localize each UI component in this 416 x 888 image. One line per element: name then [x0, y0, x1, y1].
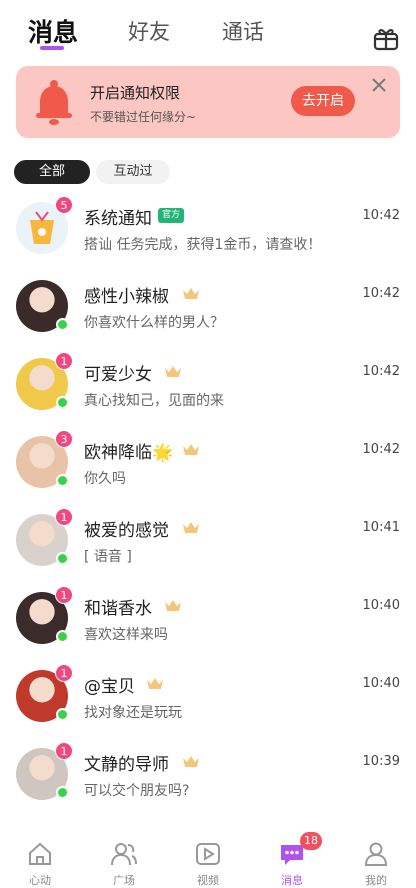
nav-video[interactable]: 视频: [178, 826, 238, 888]
conversation-time: 10:42: [362, 286, 400, 301]
crown-icon: [183, 288, 199, 299]
top-tab-bar: 消息 好友 通话: [0, 10, 416, 60]
official-badge: 官方: [158, 208, 185, 223]
crown-icon: [165, 600, 181, 611]
conversation-last-message: 你久吗: [84, 471, 126, 487]
banner-subtitle: 不要错过任何缘分~: [90, 110, 197, 124]
conversation-time: 10:42: [362, 208, 400, 223]
online-indicator: [56, 552, 69, 565]
unread-badge: 1: [55, 664, 73, 682]
unread-badge: 3: [55, 430, 73, 448]
conversation-item[interactable]: 1 和谐香水喜欢这样来吗 10:40: [0, 586, 416, 668]
notification-permission-banner: 开启通知权限 不要错过任何缘分~ 去开启: [16, 66, 400, 138]
nav-label-messages: 消息: [281, 874, 303, 887]
online-indicator: [56, 396, 69, 409]
conversation-item[interactable]: 5 系统通知 官方搭讪 任务完成，获得1金币，请查收！ 10:42: [0, 196, 416, 278]
tab-friends[interactable]: 好友: [128, 16, 170, 46]
nav-label-video: 视频: [197, 874, 219, 887]
conversation-name: 被爱的感觉: [84, 521, 169, 541]
tab-calls[interactable]: 通话: [222, 16, 264, 46]
home-icon: [29, 842, 51, 865]
online-indicator: [56, 630, 69, 643]
crown-icon: [183, 522, 199, 533]
conversation-last-message: 你喜欢什么样的男人？: [84, 315, 224, 331]
crown-icon: [147, 678, 163, 689]
bell-icon: [36, 80, 72, 125]
conversation-last-message: 喜欢这样来吗: [84, 627, 168, 643]
conversation-last-message: 找对象还是玩玩: [84, 705, 182, 721]
nav-label-home: 心动: [29, 874, 51, 887]
active-tab-indicator: [40, 46, 64, 50]
conversation-name: 感性小辣椒: [84, 287, 169, 307]
unread-badge: 1: [55, 586, 73, 604]
online-indicator: [56, 318, 69, 331]
people-icon: [111, 843, 137, 866]
unread-badge: 5: [55, 196, 73, 214]
conversation-item[interactable]: 1 文静的导师可以交个朋友吗? 10:39: [0, 742, 416, 824]
nav-messages[interactable]: 18 消息: [262, 826, 322, 888]
conversation-item[interactable]: 1 可爱少女真心找知己，见面的来 10:42: [0, 352, 416, 434]
online-indicator: [56, 708, 69, 721]
crown-icon: [183, 756, 199, 767]
profile-icon: [364, 842, 388, 866]
messages-unread-badge: 18: [300, 832, 322, 850]
unread-badge: 1: [55, 742, 73, 760]
filter-interacted[interactable]: 互动过: [96, 160, 170, 184]
conversation-item[interactable]: 1 @宝贝找对象还是玩玩 10:40: [0, 664, 416, 746]
enable-notifications-button[interactable]: 去开启: [291, 86, 355, 116]
conversation-name: 和谐香水: [84, 599, 152, 619]
conversation-name: @宝贝: [84, 677, 135, 697]
crown-icon: [165, 366, 181, 377]
tab-messages[interactable]: 消息: [28, 13, 78, 49]
conversation-name: 可爱少女: [84, 365, 152, 385]
online-indicator: [56, 786, 69, 799]
conversation-name: 系统通知: [84, 209, 152, 229]
nav-home[interactable]: 心动: [10, 826, 70, 888]
conversation-item[interactable]: 3 欧神降临🌟 你久吗 10:42: [0, 430, 416, 512]
nav-square[interactable]: 广场: [94, 826, 154, 888]
bottom-nav: 心动 广场 视频 18 消息 我的: [0, 826, 416, 888]
conversation-time: 10:42: [362, 442, 400, 457]
unread-badge: 1: [55, 352, 73, 370]
conversation-last-message: 可以交个朋友吗?: [84, 783, 190, 799]
conversation-time: 10:39: [362, 754, 400, 769]
unread-badge: 1: [55, 508, 73, 526]
play-icon: [196, 843, 220, 865]
close-icon[interactable]: [370, 76, 388, 94]
conversation-last-message: 搭讪 任务完成，获得1金币，请查收！: [84, 237, 322, 253]
banner-title: 开启通知权限: [90, 84, 181, 102]
online-indicator: [56, 474, 69, 487]
conversation-time: 10:42: [362, 364, 400, 379]
filter-all[interactable]: 全部: [14, 160, 90, 184]
conversation-name: 欧神降临🌟: [84, 443, 174, 463]
conversation-last-message: 真心找知己，见面的来: [84, 393, 224, 409]
conversation-time: 10:40: [362, 598, 400, 613]
nav-label-profile: 我的: [365, 874, 387, 887]
conversation-item[interactable]: 感性小辣椒你喜欢什么样的男人？ 10:42: [0, 278, 416, 356]
conversation-time: 10:41: [362, 520, 400, 535]
nav-profile[interactable]: 我的: [346, 826, 406, 888]
conversation-last-message: [ 语音 ]: [84, 549, 132, 565]
conversation-item[interactable]: 1 被爱的感觉 [ 语音 ] 10:41: [0, 508, 416, 590]
conversation-name: 文静的导师: [84, 755, 169, 775]
nav-label-square: 广场: [113, 874, 135, 887]
conversation-time: 10:40: [362, 676, 400, 691]
crown-icon: [183, 444, 199, 455]
gift-icon[interactable]: [372, 24, 400, 52]
